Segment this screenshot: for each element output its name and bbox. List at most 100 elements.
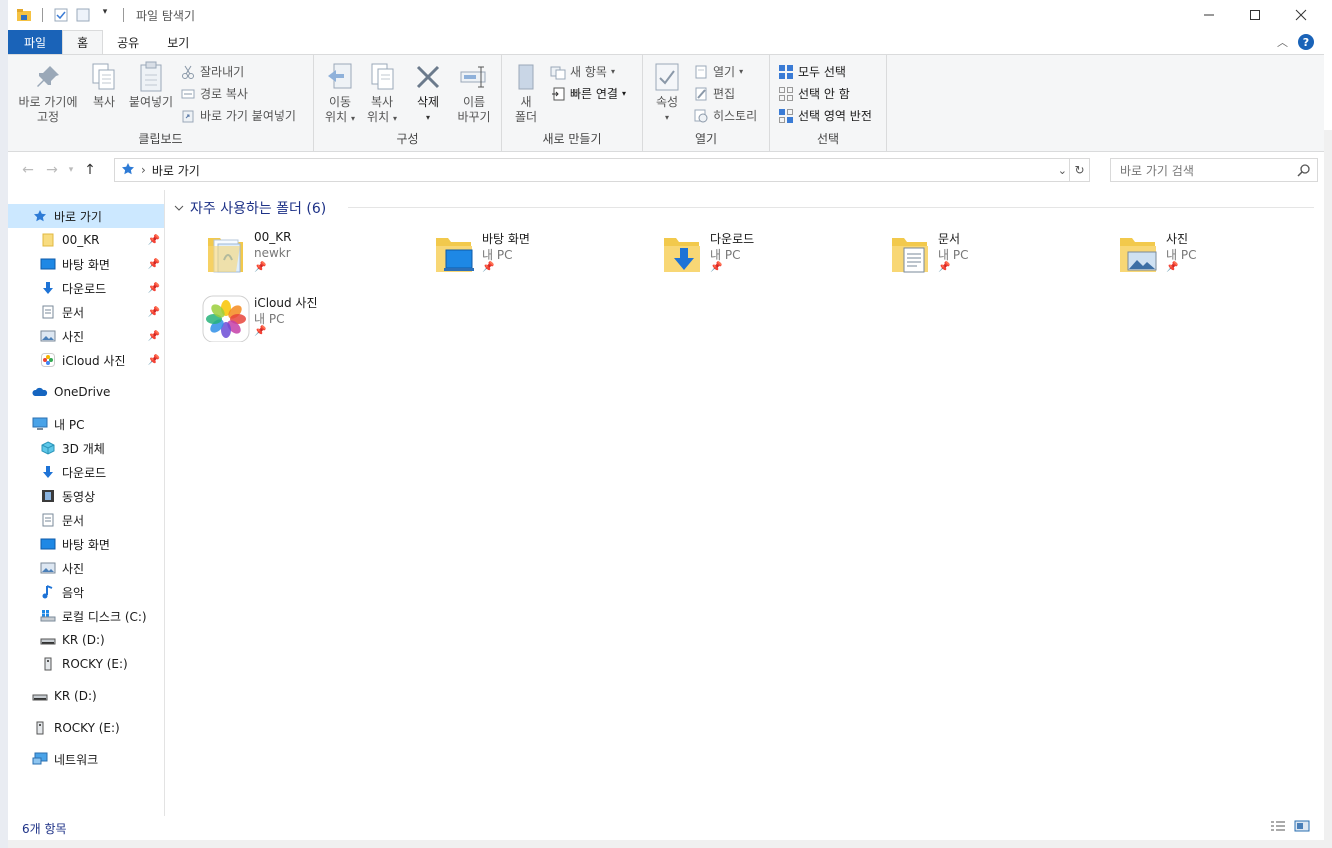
- delete-button[interactable]: 삭제 ▾: [410, 61, 446, 125]
- pin-icon[interactable]: 📌: [148, 283, 160, 294]
- tab-file[interactable]: 파일: [8, 30, 63, 54]
- pin-icon: 📌: [710, 262, 723, 273]
- new-item-button[interactable]: 새 항목 ▾: [550, 63, 615, 80]
- paste-button[interactable]: 붙여넣기: [126, 61, 176, 110]
- pin-quick-access-button[interactable]: 바로 가기에 고정: [16, 61, 80, 125]
- tab-home[interactable]: 홈: [62, 30, 104, 54]
- details-view-icon[interactable]: [1270, 820, 1286, 835]
- select-none-button[interactable]: 선택 안 함: [778, 85, 850, 102]
- sidebar-item-pc-desktop[interactable]: 바탕 화면: [8, 532, 164, 556]
- new-folder-button[interactable]: 새 폴더: [508, 61, 544, 125]
- back-arrow-icon[interactable]: ←: [16, 162, 40, 178]
- sidebar-item-onedrive[interactable]: OneDrive: [8, 380, 164, 404]
- sidebar-item-this-pc[interactable]: 내 PC: [8, 412, 164, 436]
- new-folder-qat-icon[interactable]: [75, 7, 91, 23]
- sidebar-item-kr-drive[interactable]: KR (D:): [8, 628, 164, 652]
- sidebar-item-label: 네트워크: [54, 752, 99, 767]
- windows-drive-icon: [40, 608, 56, 624]
- address-dropdown-icon[interactable]: ⌄: [1058, 164, 1067, 177]
- select-group-label: 선택: [816, 132, 840, 146]
- help-icon[interactable]: ?: [1298, 34, 1314, 50]
- close-icon[interactable]: [1278, 0, 1324, 30]
- frequent-folders-header[interactable]: 자주 사용하는 폴더 (6): [174, 198, 326, 218]
- sidebar-item-music[interactable]: 음악: [8, 580, 164, 604]
- properties-dropdown-icon[interactable]: ▾: [665, 110, 669, 125]
- folder-tile-desktop[interactable]: 바탕 화면 내 PC 📌: [430, 230, 630, 286]
- breadcrumb-separator[interactable]: ›: [141, 163, 146, 177]
- search-box[interactable]: 바로 가기 검색: [1110, 158, 1318, 182]
- sidebar-item-label: 3D 개체: [62, 441, 105, 456]
- sidebar-item-videos[interactable]: 동영상: [8, 484, 164, 508]
- paste-shortcut-button[interactable]: 바로 가기 붙여넣기: [180, 107, 296, 124]
- pin-icon[interactable]: 📌: [148, 331, 160, 342]
- search-icon[interactable]: [1297, 163, 1311, 180]
- move-to-label-2: 위치 ▾: [325, 110, 355, 124]
- sidebar-item-00kr[interactable]: 00_KR 📌: [8, 228, 164, 252]
- pin-icon[interactable]: 📌: [148, 307, 160, 318]
- sidebar-item-documents[interactable]: 문서 📌: [8, 300, 164, 324]
- folder-tile-downloads[interactable]: 다운로드 내 PC 📌: [658, 230, 858, 286]
- sidebar-item-local-disk-c[interactable]: 로컬 디스크 (C:): [8, 604, 164, 628]
- open-group: 속성 ▾ 열기 ▾ 편집 히스토리 열기: [643, 55, 770, 151]
- open-button[interactable]: 열기 ▾: [693, 63, 743, 80]
- folder-tile-pictures[interactable]: 사진 내 PC 📌: [1114, 230, 1314, 286]
- tab-share[interactable]: 공유: [103, 30, 153, 54]
- sidebar-item-pictures[interactable]: 사진 📌: [8, 324, 164, 348]
- easy-access-button[interactable]: 빠른 연결 ▾: [550, 85, 626, 102]
- qat-dropdown-icon[interactable]: ▾: [97, 7, 113, 23]
- chevron-down-icon[interactable]: [174, 200, 184, 216]
- folder-tile-icloud-photos[interactable]: iCloud 사진 내 PC 📌: [202, 294, 402, 350]
- invert-selection-button[interactable]: 선택 영역 반전: [778, 107, 872, 124]
- rename-button[interactable]: 이름 바꾸기: [454, 61, 494, 125]
- move-to-icon: [324, 61, 356, 93]
- move-to-label-1: 이동: [328, 95, 352, 109]
- folder-tile-00kr[interactable]: 00_KR newkr 📌: [202, 230, 402, 286]
- breadcrumb-quick-access[interactable]: 바로 가기: [152, 162, 200, 179]
- sidebar-item-icloud-photos[interactable]: iCloud 사진 📌: [8, 348, 164, 372]
- sidebar-item-label: 다운로드: [62, 465, 107, 480]
- address-bar[interactable]: › 바로 가기 ⌄ ↻: [114, 158, 1090, 182]
- history-button[interactable]: 히스토리: [693, 107, 757, 124]
- forward-arrow-icon[interactable]: →: [40, 162, 64, 178]
- collapse-ribbon-icon[interactable]: ︿: [1277, 34, 1288, 50]
- sidebar-item-rocky-drive-root[interactable]: ROCKY (E:): [8, 716, 164, 740]
- properties-check-icon[interactable]: [53, 7, 69, 23]
- copy-path-button[interactable]: 경로 복사: [180, 85, 248, 102]
- cut-label: 잘라내기: [200, 65, 245, 79]
- delete-dropdown-icon[interactable]: ▾: [426, 110, 430, 125]
- sidebar-item-3d-objects[interactable]: 3D 개체: [8, 436, 164, 460]
- sidebar-item-pc-downloads[interactable]: 다운로드: [8, 460, 164, 484]
- recent-locations-icon[interactable]: ▾: [64, 165, 78, 175]
- folder-icon: [40, 232, 56, 248]
- sidebar-item-rocky-drive[interactable]: ROCKY (E:): [8, 652, 164, 676]
- pin-icon[interactable]: 📌: [148, 235, 160, 246]
- sidebar-item-pc-pictures[interactable]: 사진: [8, 556, 164, 580]
- explorer-app-icon[interactable]: [16, 7, 32, 23]
- refresh-icon[interactable]: ↻: [1069, 159, 1089, 181]
- copy-button[interactable]: 복사: [88, 61, 120, 110]
- select-all-button[interactable]: 모두 선택: [778, 63, 846, 80]
- properties-button[interactable]: 속성 ▾: [651, 61, 683, 125]
- sidebar-item-quick-access[interactable]: 바로 가기: [8, 204, 164, 228]
- move-to-button[interactable]: 이동 위치 ▾: [322, 61, 358, 126]
- pane-divider[interactable]: [164, 190, 165, 816]
- sidebar-item-desktop[interactable]: 바탕 화면 📌: [8, 252, 164, 276]
- pin-icon[interactable]: 📌: [148, 355, 160, 366]
- sidebar-item-network[interactable]: 네트워크: [8, 747, 164, 771]
- sidebar-item-pc-documents[interactable]: 문서: [8, 508, 164, 532]
- large-icons-view-icon[interactable]: [1294, 820, 1310, 835]
- folder-tile-documents[interactable]: 문서 내 PC 📌: [886, 230, 1086, 286]
- edit-button[interactable]: 편집: [693, 85, 735, 102]
- tab-view[interactable]: 보기: [153, 30, 203, 54]
- minimize-icon[interactable]: [1186, 0, 1232, 30]
- pin-icon[interactable]: 📌: [148, 259, 160, 270]
- sidebar-item-kr-drive-root[interactable]: KR (D:): [8, 684, 164, 708]
- up-arrow-icon[interactable]: ↑: [78, 162, 102, 178]
- sidebar-item-downloads[interactable]: 다운로드 📌: [8, 276, 164, 300]
- copy-to-button[interactable]: 복사 위치 ▾: [364, 61, 400, 126]
- cut-button[interactable]: 잘라내기: [180, 63, 244, 80]
- copy-to-label-1: 복사: [370, 95, 394, 109]
- pin-icon: 📌: [254, 326, 267, 337]
- maximize-icon[interactable]: [1232, 0, 1278, 30]
- quick-access-star-icon: [32, 208, 48, 224]
